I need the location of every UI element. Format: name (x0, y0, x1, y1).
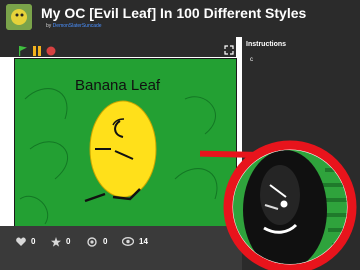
project-header: My OC [Evil Leaf] In 100 Different Style… (0, 0, 360, 37)
stage-caption: Banana Leaf (75, 77, 161, 94)
author-link[interactable]: DemonSlaterSuncade (53, 23, 102, 29)
by-label: by (46, 23, 52, 29)
views-icon (121, 237, 135, 248)
instructions-heading: Instructions (246, 41, 287, 48)
byline: by DemonSlaterSuncade (46, 23, 102, 29)
author-avatar[interactable] (6, 4, 32, 30)
player-controls (0, 37, 236, 57)
view-count: 14 (139, 237, 148, 246)
favorite-count: 0 (66, 237, 71, 246)
remix-count: 0 (103, 237, 108, 246)
instructions-text: c (250, 57, 253, 63)
favorite-icon[interactable] (51, 237, 61, 249)
project-title: My OC [Evil Leaf] In 100 Different Style… (41, 5, 307, 21)
love-icon[interactable] (16, 237, 26, 248)
evil-leaf-callout (200, 140, 357, 270)
love-count: 0 (31, 237, 36, 246)
remix-icon[interactable] (87, 237, 97, 249)
